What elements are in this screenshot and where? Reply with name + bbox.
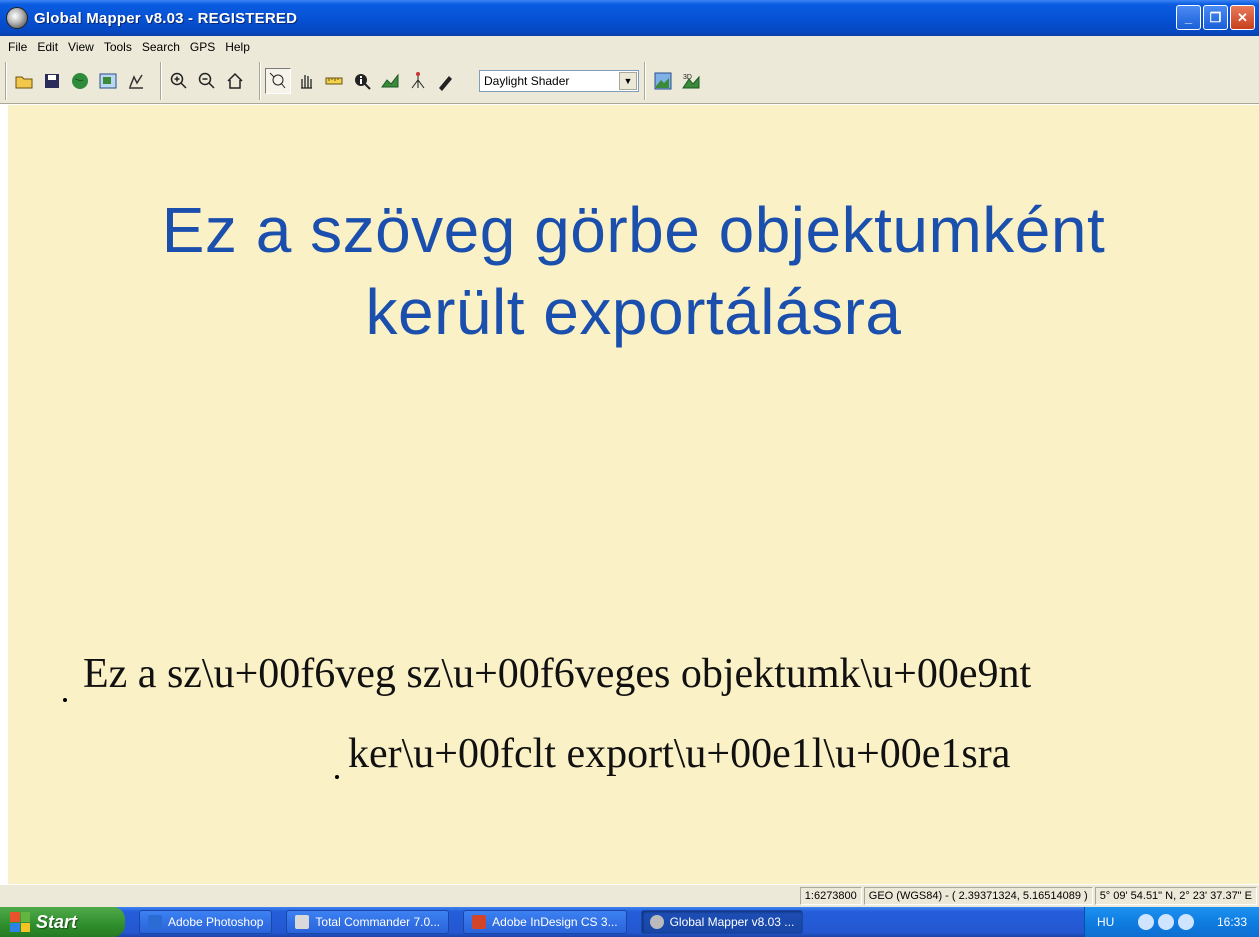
raw-text-line-2: ker\u+00fclt export\u+00e1l\u+00e1sra bbox=[348, 731, 1011, 777]
window-controls: _ ❐ ✕ bbox=[1176, 5, 1255, 30]
global-mapper-app-icon bbox=[6, 7, 28, 29]
zoom-tool-icon bbox=[269, 72, 286, 88]
task-label: Total Commander 7.0... bbox=[315, 915, 441, 929]
tray-icons bbox=[1137, 914, 1194, 930]
measure-button[interactable] bbox=[321, 67, 347, 94]
menu-gps[interactable]: GPS bbox=[186, 38, 221, 56]
digitizer-button[interactable] bbox=[433, 67, 459, 94]
status-bar: 1:6273800 GEO (WGS84) - ( 2.39371324, 5.… bbox=[0, 885, 1259, 907]
save-button[interactable] bbox=[39, 67, 65, 94]
window-title: Global Mapper v8.03 - REGISTERED bbox=[34, 9, 298, 27]
menu-search[interactable]: Search bbox=[138, 38, 186, 56]
feature-info-icon bbox=[355, 73, 371, 90]
indesign-icon bbox=[472, 915, 487, 929]
menu-bar: File Edit View Tools Search GPS Help bbox=[0, 36, 1259, 58]
tray-chevron-icon[interactable] bbox=[1137, 914, 1154, 930]
save-icon bbox=[45, 73, 59, 88]
title-bar[interactable]: Global Mapper v8.03 - REGISTERED _ ❐ ✕ bbox=[0, 0, 1259, 36]
measure-ruler-icon bbox=[325, 77, 343, 84]
curve-text-line-1: Ez a szöveg görbe objektumként bbox=[161, 194, 1106, 266]
config-icon bbox=[129, 74, 143, 89]
home-button[interactable] bbox=[222, 67, 248, 94]
anchor-point-2 bbox=[335, 775, 339, 779]
path-profile-icon bbox=[381, 73, 399, 87]
menu-file[interactable]: File bbox=[4, 38, 33, 56]
view-toolbar-group: 3D bbox=[645, 61, 708, 100]
overlay-icon bbox=[99, 73, 117, 88]
3d-view-icon: 3D bbox=[682, 74, 700, 88]
shaded-relief-button[interactable] bbox=[650, 67, 676, 94]
open-button[interactable] bbox=[11, 67, 37, 94]
zoom-in-icon bbox=[170, 72, 187, 89]
clock[interactable]: 16:33 bbox=[1217, 915, 1247, 929]
status-projection: GEO (WGS84) - ( 2.39371324, 5.16514089 ) bbox=[863, 887, 1093, 905]
svg-text:3D: 3D bbox=[683, 74, 692, 81]
pan-button[interactable] bbox=[293, 67, 319, 94]
menu-view[interactable]: View bbox=[64, 38, 100, 56]
pan-hand-icon bbox=[301, 74, 312, 89]
global-mapper-icon bbox=[649, 915, 664, 929]
status-scale: 1:6273800 bbox=[799, 887, 862, 905]
task-label: Adobe InDesign CS 3... bbox=[492, 915, 618, 929]
tray-network-icon[interactable] bbox=[1157, 914, 1174, 930]
home-icon bbox=[227, 72, 243, 89]
start-button[interactable]: Start bbox=[0, 907, 125, 937]
3d-view-button[interactable]: 3D bbox=[678, 67, 704, 94]
taskbar: Start Adobe Photoshop Total Commander 7.… bbox=[0, 907, 1259, 937]
zoom-tool-button[interactable] bbox=[265, 67, 291, 94]
task-label: Global Mapper v8.03 ... bbox=[669, 915, 795, 929]
menu-tools[interactable]: Tools bbox=[100, 38, 138, 56]
task-global-mapper[interactable]: Global Mapper v8.03 ... bbox=[640, 910, 804, 934]
menu-help[interactable]: Help bbox=[221, 38, 256, 56]
digitizer-icon bbox=[439, 75, 452, 91]
start-label: Start bbox=[36, 911, 78, 932]
task-adobe-indesign[interactable]: Adobe InDesign CS 3... bbox=[463, 910, 627, 934]
zoom-out-icon bbox=[198, 72, 215, 89]
task-adobe-photoshop[interactable]: Adobe Photoshop bbox=[139, 910, 273, 934]
shader-select[interactable]: Daylight Shader ▼ bbox=[479, 69, 639, 92]
raw-text-line-1: Ez a sz\u+00f6veg sz\u+00f6veges objektu… bbox=[83, 651, 1032, 697]
zoom-in-button[interactable] bbox=[166, 67, 192, 94]
menu-edit[interactable]: Edit bbox=[33, 38, 64, 56]
view-shed-button[interactable] bbox=[405, 67, 431, 94]
globe-icon bbox=[72, 72, 88, 89]
config-button[interactable] bbox=[123, 67, 149, 94]
tray-panda-icon[interactable] bbox=[1177, 914, 1194, 930]
tools-toolbar-group bbox=[260, 61, 463, 100]
status-coordinates: 5° 09' 54.51" N, 2° 23' 37.37" E bbox=[1094, 887, 1257, 905]
shader-select-value: Daylight Shader bbox=[484, 73, 570, 88]
map-view[interactable]: Ez a szöveg görbe objektumként került ex… bbox=[8, 105, 1259, 884]
photoshop-icon bbox=[148, 915, 162, 929]
path-profile-button[interactable] bbox=[377, 67, 403, 94]
chevron-down-icon[interactable]: ▼ bbox=[619, 71, 637, 90]
anchor-point-1 bbox=[63, 698, 67, 702]
zoom-toolbar-group bbox=[161, 61, 252, 100]
system-tray: HU 16:33 bbox=[1084, 907, 1259, 937]
toolbar: Daylight Shader ▼ 3D bbox=[0, 58, 1259, 104]
zoom-out-button[interactable] bbox=[194, 67, 220, 94]
curve-text-line-2: került exportálásra bbox=[365, 276, 902, 348]
view-shed-icon bbox=[411, 71, 425, 88]
overlay-button[interactable] bbox=[95, 67, 121, 94]
task-label: Adobe Photoshop bbox=[168, 915, 264, 929]
minimize-button[interactable]: _ bbox=[1176, 5, 1201, 30]
windows-logo-icon bbox=[10, 912, 30, 932]
language-indicator[interactable]: HU bbox=[1097, 915, 1114, 929]
total-commander-icon bbox=[295, 915, 310, 929]
restore-button[interactable]: ❐ bbox=[1203, 5, 1228, 30]
globe-button[interactable] bbox=[67, 67, 93, 94]
task-total-commander[interactable]: Total Commander 7.0... bbox=[286, 910, 450, 934]
close-button[interactable]: ✕ bbox=[1230, 5, 1255, 30]
file-toolbar-group bbox=[6, 61, 153, 100]
open-icon bbox=[15, 76, 33, 88]
shaded-relief-icon bbox=[654, 72, 672, 89]
feature-info-button[interactable] bbox=[349, 67, 375, 94]
